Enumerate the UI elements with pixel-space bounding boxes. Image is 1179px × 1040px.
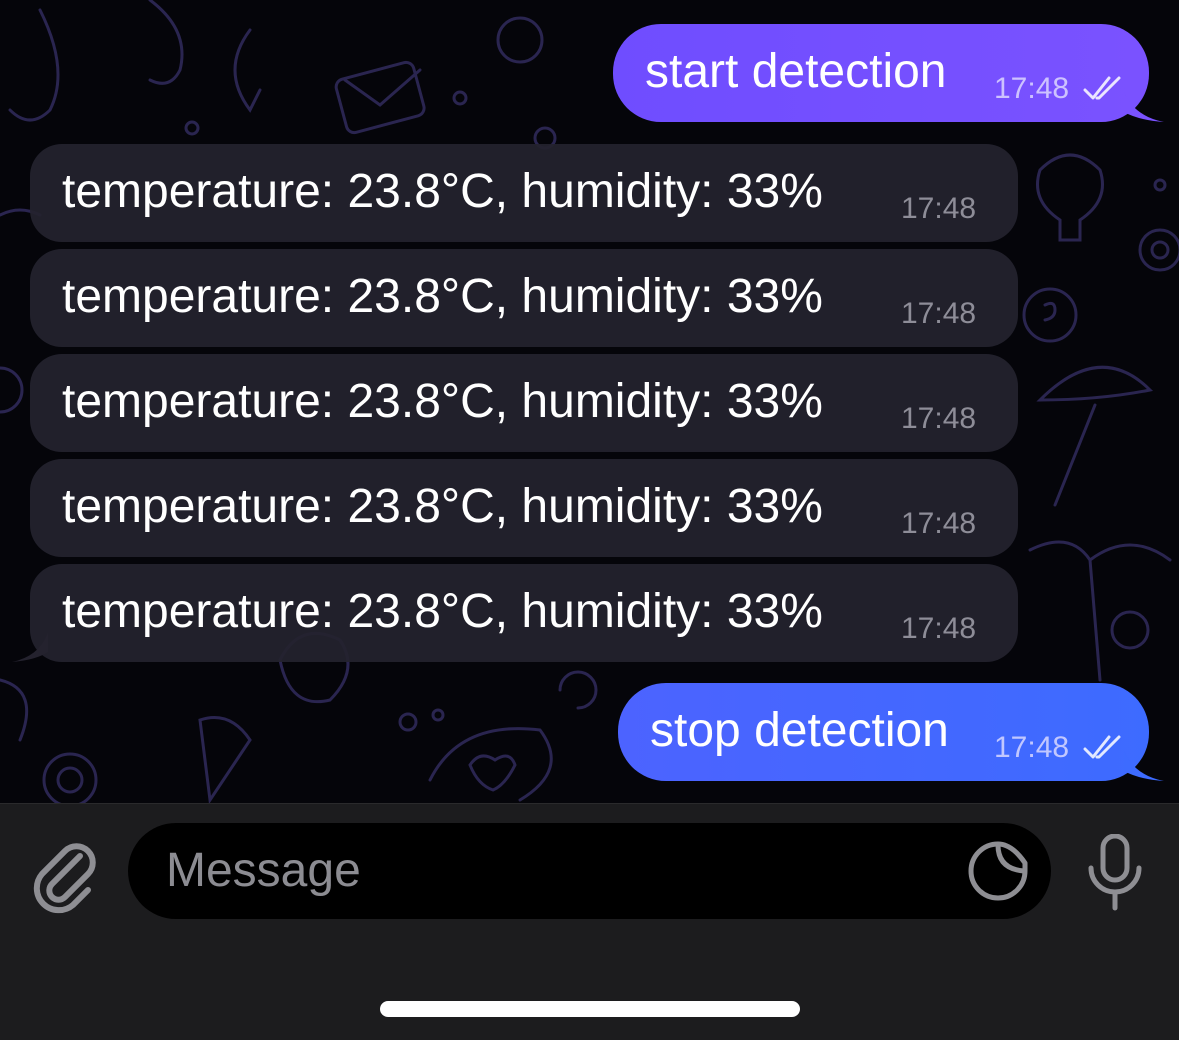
message-input[interactable]: Message (128, 823, 1051, 919)
message-time: 17:48 (901, 612, 977, 645)
message-text: stop detection (650, 704, 949, 757)
message-text: temperature: 23.8°C, humidity: 33% (62, 165, 823, 218)
message-text: temperature: 23.8°C, humidity: 33% (62, 480, 823, 533)
message-text: start detection (645, 45, 947, 98)
incoming-message-reading[interactable]: temperature: 23.8°C, humidity: 33% 17:48 (30, 354, 1018, 452)
home-indicator[interactable] (380, 1001, 800, 1017)
read-checkmarks-icon (1083, 735, 1121, 759)
sticker-icon[interactable] (968, 841, 1028, 901)
incoming-bubble-tail (12, 632, 48, 662)
incoming-message-reading[interactable]: temperature: 23.8°C, humidity: 33% 17:48 (30, 144, 1018, 242)
message-text: temperature: 23.8°C, humidity: 33% (62, 585, 823, 638)
message-time: 17:48 (994, 72, 1070, 105)
message-time: 17:48 (994, 731, 1070, 764)
incoming-message-reading[interactable]: temperature: 23.8°C, humidity: 33% 17:48 (30, 249, 1018, 347)
outgoing-message-start[interactable]: start detection 17:48 (613, 24, 1149, 122)
paperclip-icon[interactable] (28, 834, 98, 914)
message-placeholder: Message (166, 844, 361, 897)
message-time: 17:48 (901, 192, 977, 225)
outgoing-message-stop[interactable]: stop detection 17:48 (618, 683, 1149, 781)
message-composer: Message (0, 803, 1179, 1040)
chat-area: start detection 17:48 temperature: 23.8°… (0, 0, 1179, 803)
incoming-message-reading[interactable]: temperature: 23.8°C, humidity: 33% 17:48 (30, 459, 1018, 557)
microphone-icon[interactable] (1085, 834, 1145, 914)
message-text: temperature: 23.8°C, humidity: 33% (62, 270, 823, 323)
message-time: 17:48 (901, 297, 977, 330)
message-time: 17:48 (901, 402, 977, 435)
message-text: temperature: 23.8°C, humidity: 33% (62, 375, 823, 428)
message-time: 17:48 (901, 507, 977, 540)
read-checkmarks-icon (1083, 76, 1121, 100)
outgoing-bubble-tail (1124, 92, 1164, 122)
outgoing-bubble-tail (1124, 751, 1164, 781)
incoming-message-reading[interactable]: temperature: 23.8°C, humidity: 33% 17:48 (30, 564, 1018, 662)
